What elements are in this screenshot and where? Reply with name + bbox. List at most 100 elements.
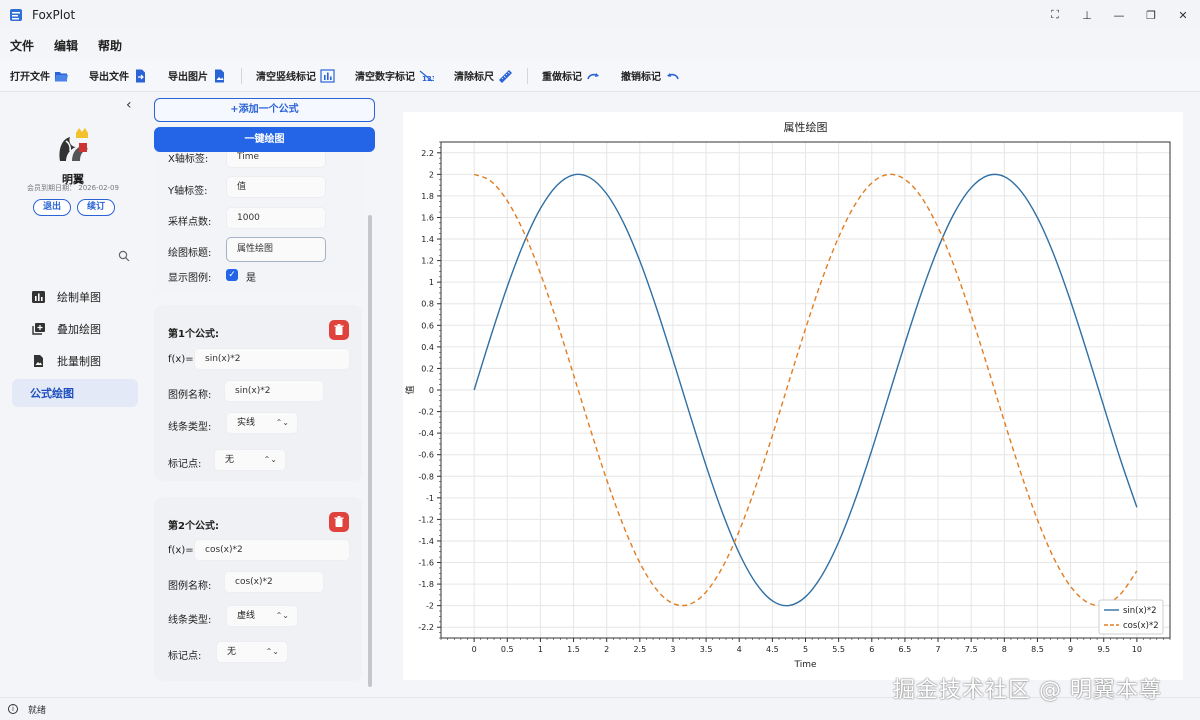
- toolbar-separator: [527, 67, 528, 84]
- open-file-label: 打开文件: [10, 72, 50, 83]
- ruler-icon: [499, 69, 512, 83]
- menu-edit[interactable]: 编辑: [54, 37, 78, 54]
- search-icon[interactable]: [118, 250, 130, 262]
- nav-item-label: 批量制图: [57, 355, 101, 368]
- y-label-input[interactable]: 值: [226, 176, 326, 198]
- restore-icon[interactable]: ❐: [1140, 9, 1162, 22]
- redo-icon: [587, 72, 599, 79]
- redo-mark-button[interactable]: 重做标记: [542, 68, 601, 83]
- close-icon[interactable]: ✕: [1172, 9, 1194, 22]
- x-tick-label: 7.5: [965, 645, 978, 654]
- nav-item-single-plot[interactable]: 绘制单图: [12, 283, 138, 311]
- y-tick-label: 1: [429, 278, 434, 287]
- redo-mark-label: 重做标记: [542, 72, 582, 83]
- menu-file[interactable]: 文件: [10, 37, 34, 54]
- nav-item-batch-plot[interactable]: 批量制图: [12, 347, 138, 375]
- title-bar: FoxPlot ⛶ ⊥ — ❐ ✕: [0, 0, 1200, 30]
- line-type-value: 虚线: [237, 611, 256, 621]
- line-type-select[interactable]: 虚线 ⌃⌄: [226, 605, 298, 627]
- fx-label: f(x)=: [168, 354, 194, 365]
- menu-bar: 文件 编辑 帮助: [0, 34, 142, 56]
- chart-legend: sin(x)*2 cos(x)*2: [1098, 599, 1164, 635]
- folder-open-icon: [55, 71, 68, 81]
- chart-title: 属性绘图: [784, 120, 828, 134]
- samples-input[interactable]: 1000: [226, 207, 326, 229]
- legend-name-input[interactable]: sin(x)*2: [224, 380, 324, 402]
- fullscreen-icon[interactable]: ⛶: [1044, 8, 1066, 22]
- collapse-icon[interactable]: ‹: [126, 97, 132, 113]
- formula-input[interactable]: cos(x)*2: [194, 539, 350, 561]
- pin-icon[interactable]: ⊥: [1076, 9, 1098, 22]
- line-chart: 0 0.5 1 1.5 2 2.5 3 3.5 4 4.5 5 5.5 6 6.5 7 7.5 8 8.5 9 9.5…: [404, 120, 1171, 670]
- nav-item-formula-plot[interactable]: 公式绘图: [12, 379, 138, 407]
- x-tick-label: 5.5: [832, 645, 845, 654]
- x-tick-label: 10: [1132, 645, 1142, 654]
- add-formula-button[interactable]: +添加一个公式: [154, 98, 375, 122]
- one-click-plot-button[interactable]: 一键绘图: [154, 127, 375, 152]
- x-axis-label: Time: [793, 660, 816, 670]
- plot-title-input[interactable]: 属性绘图: [226, 237, 326, 262]
- y-tick-label: -1.8: [418, 580, 434, 589]
- y-tick-label: -2.2: [418, 623, 434, 632]
- y-tick-label: 0: [429, 386, 434, 395]
- minimize-icon[interactable]: —: [1108, 9, 1130, 22]
- line-type-value: 实线: [237, 418, 256, 428]
- app-logo-icon: [10, 9, 22, 21]
- x-tick-label: 5: [803, 645, 808, 654]
- x-tick-label: 7: [935, 645, 940, 654]
- clear-numbers-button[interactable]: 清空数字标记 123: [355, 68, 434, 83]
- x-tick-label: 6.5: [899, 645, 912, 654]
- bar-chart-icon: [32, 291, 45, 303]
- watermark: 掘金技术社区 @ 明翼本尊: [893, 678, 1162, 703]
- y-tick-label: 1.4: [421, 235, 434, 244]
- renew-button[interactable]: 续订: [77, 199, 115, 216]
- line-type-select[interactable]: 实线 ⌃⌄: [226, 412, 298, 434]
- marker-select[interactable]: 无 ⌃⌄: [216, 641, 288, 663]
- show-legend-label: 显示图例:: [168, 273, 212, 284]
- delete-formula-button[interactable]: [329, 320, 349, 340]
- menu-help[interactable]: 帮助: [98, 37, 122, 54]
- y-tick-label: 1.8: [421, 192, 434, 201]
- show-legend-value: 是: [246, 273, 256, 284]
- toolbar-separator: [241, 67, 242, 84]
- x-label-label: X轴标签:: [168, 154, 209, 165]
- x-tick-label: 2: [604, 645, 609, 654]
- y-tick-label: 0.6: [421, 321, 434, 330]
- toolbar: 打开文件 导出文件 导出图片 清空竖线标记 清空数字标记 123 清除标尺 重做…: [0, 60, 1200, 92]
- chevron-updown-icon: ⌃⌄: [275, 418, 289, 427]
- x-tick-label: 3: [670, 645, 675, 654]
- export-file-label: 导出文件: [89, 72, 129, 83]
- plot-title-label: 绘图标题:: [168, 248, 212, 259]
- formula-card-2: 第2个公式: f(x)= cos(x)*2 图例名称: cos(x)*2 线条类…: [154, 497, 362, 681]
- x-tick-label: 1: [538, 645, 543, 654]
- x-tick-label: 3.5: [700, 645, 713, 654]
- marker-select[interactable]: 无 ⌃⌄: [214, 449, 286, 471]
- formula-config-panel: X轴标签: Time Y轴标签: 值 采样点数: 1000 绘图标题: 属性绘图…: [150, 95, 376, 690]
- legend-name-input[interactable]: cos(x)*2: [224, 571, 324, 593]
- y-tick-label: 0.8: [421, 300, 434, 309]
- clear-ruler-button[interactable]: 清除标尺: [454, 68, 513, 83]
- open-file-button[interactable]: 打开文件: [10, 68, 69, 83]
- legend-label: cos(x)*2: [1123, 621, 1159, 631]
- nav-item-overlay-plot[interactable]: 叠加绘图: [12, 315, 138, 343]
- show-legend-checkbox[interactable]: ✓: [226, 269, 238, 281]
- bar-chart-icon: [320, 68, 335, 83]
- undo-mark-button[interactable]: 撤销标记: [621, 68, 680, 83]
- y-tick-label: -0.8: [418, 472, 434, 481]
- marker-label: 标记点:: [168, 459, 202, 470]
- y-tick-label: 1.6: [421, 213, 434, 222]
- export-file-button[interactable]: 导出文件: [89, 68, 148, 83]
- clear-lines-button[interactable]: 清空竖线标记: [256, 68, 335, 83]
- clear-numbers-label: 清空数字标记: [355, 72, 415, 83]
- status-text: 就绪: [28, 705, 47, 716]
- logout-button[interactable]: 退出: [33, 199, 71, 216]
- svg-text:123: 123: [422, 75, 434, 83]
- y-tick-label: -0.4: [418, 429, 434, 438]
- panel-scrollbar[interactable]: [368, 215, 372, 687]
- nav-item-label: 叠加绘图: [57, 323, 101, 336]
- sidebar: ‹ 明翼 会员到期日期： 2026-02-09 退出 续订 绘制单图 叠加绘图 …: [0, 93, 146, 693]
- formula-input[interactable]: sin(x)*2: [194, 348, 350, 370]
- export-image-button[interactable]: 导出图片: [168, 68, 227, 83]
- delete-formula-button[interactable]: [329, 512, 349, 532]
- x-tick-label: 4.5: [766, 645, 779, 654]
